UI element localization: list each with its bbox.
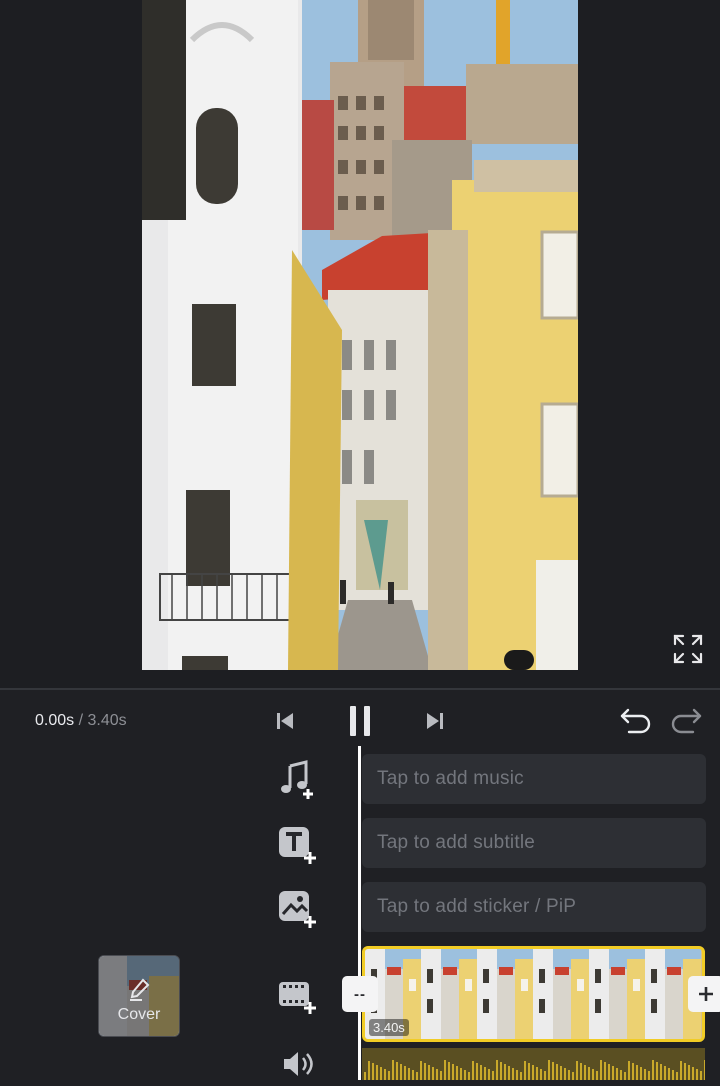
plus-icon <box>699 987 713 1001</box>
audio-toggle-button[interactable] <box>276 1042 320 1086</box>
pause-icon <box>350 706 370 736</box>
audio-waveform-track[interactable] <box>362 1048 705 1080</box>
time-readout: 0.00s / 3.40s <box>35 712 127 730</box>
pause-button[interactable] <box>342 702 378 740</box>
fullscreen-button[interactable] <box>670 630 706 668</box>
music-note-plus-icon <box>281 760 313 799</box>
subtitle-track-placeholder: Tap to add subtitle <box>377 832 536 853</box>
expand-arrows-icon <box>673 634 703 664</box>
time-separator: / <box>74 712 88 729</box>
cover-label: Cover <box>117 1006 161 1023</box>
add-subtitle-button[interactable] <box>276 822 320 866</box>
pencil-icon <box>130 978 150 1001</box>
clip-duration-badge: 3.40s <box>369 1019 409 1036</box>
skip-forward-icon <box>427 713 443 729</box>
sticker-track-slot[interactable]: Tap to add sticker / PiP <box>362 882 706 932</box>
video-preview[interactable] <box>0 0 720 688</box>
add-clip-button[interactable] <box>688 976 720 1012</box>
video-clip[interactable]: 3.40s <box>362 946 705 1042</box>
total-time: 3.40s <box>87 712 127 729</box>
redo-button[interactable] <box>668 704 704 738</box>
sticker-track-placeholder: Tap to add sticker / PiP <box>377 896 577 917</box>
preview-divider <box>0 688 720 690</box>
film-plus-icon <box>279 982 316 1014</box>
skip-to-end-button[interactable] <box>420 706 450 736</box>
cover-button[interactable]: Cover <box>98 955 180 1037</box>
clip-trim-handle[interactable]: -- <box>342 976 378 1012</box>
add-sticker-button[interactable] <box>276 886 320 930</box>
audio-waveform <box>364 1060 705 1080</box>
undo-button[interactable] <box>618 704 654 738</box>
add-music-button[interactable] <box>276 758 320 802</box>
speaker-icon <box>284 1052 313 1076</box>
music-track-placeholder: Tap to add music <box>377 768 524 789</box>
preview-frame <box>142 0 578 670</box>
text-plus-icon <box>279 827 316 864</box>
subtitle-track-slot[interactable]: Tap to add subtitle <box>362 818 706 868</box>
skip-to-start-button[interactable] <box>270 706 300 736</box>
image-plus-icon <box>279 891 316 928</box>
clip-thumbnails <box>365 949 701 1039</box>
playhead[interactable] <box>358 746 361 1080</box>
undo-icon <box>620 708 651 734</box>
music-track-slot[interactable]: Tap to add music <box>362 754 706 804</box>
add-video-button[interactable] <box>276 974 320 1018</box>
redo-icon <box>671 708 702 734</box>
current-time: 0.00s <box>35 712 75 729</box>
skip-back-icon <box>277 713 293 729</box>
